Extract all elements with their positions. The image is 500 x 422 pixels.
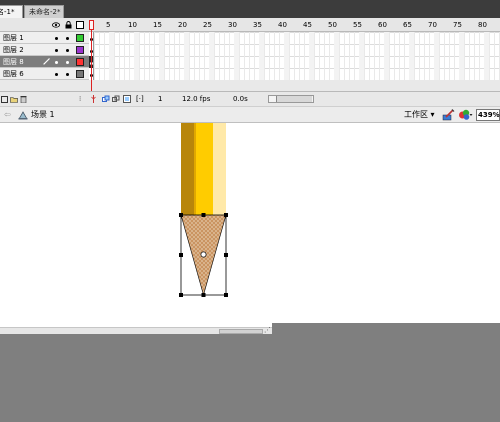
layer-row-selected[interactable]: 图层 8 (0, 56, 89, 68)
insert-folder-icon[interactable] (10, 95, 18, 105)
timeline-scrollbar[interactable] (268, 95, 314, 103)
ruler-label: 40 (278, 21, 287, 29)
layer-color-box[interactable] (76, 46, 84, 54)
doc-tab-2[interactable]: 未命名-2* (24, 5, 64, 18)
stage-horizontal-scrollbar[interactable] (0, 327, 272, 334)
edit-symbols-icon[interactable] (442, 109, 455, 124)
doc-tab-1[interactable]: 名-1* (0, 5, 23, 18)
frame-grid[interactable] (89, 32, 500, 80)
timeline-panel: 1 5 10 15 20 25 30 35 40 45 50 55 60 65 … (0, 18, 500, 106)
ruler-label: 20 (178, 21, 187, 29)
elapsed-time: 0.0s (233, 95, 248, 103)
layer-color-box[interactable] (76, 34, 84, 42)
lock-dot[interactable] (66, 61, 69, 64)
visibility-dot[interactable] (55, 61, 58, 64)
playhead[interactable] (89, 18, 94, 94)
pencil-body[interactable] (181, 123, 226, 215)
edit-bar: ⇦ 场景 1 工作区 ▾ 439% (0, 106, 500, 123)
center-frame-icon[interactable] (90, 95, 97, 105)
workspace-dropdown[interactable]: 工作区 ▾ (404, 110, 435, 120)
visibility-dot[interactable] (55, 73, 58, 76)
lock-dot[interactable] (66, 37, 69, 40)
ruler-label: 70 (428, 21, 437, 29)
back-arrow-icon[interactable]: ⇦ (4, 110, 11, 120)
transform-handle (179, 253, 183, 257)
pencil-tip-selected[interactable] (179, 213, 228, 297)
lock-icon[interactable] (64, 21, 72, 29)
ruler-label: 35 (253, 21, 262, 29)
onion-skin-outline-icon[interactable] (112, 95, 120, 105)
transform-handle (224, 293, 228, 297)
layer-row[interactable]: 图层 2 (0, 44, 89, 56)
layer-name: 图层 2 (3, 46, 24, 54)
ruler-label: 30 (228, 21, 237, 29)
edit-multiple-frames-icon[interactable] (123, 95, 131, 105)
edit-scene-icon[interactable] (458, 109, 474, 124)
layer-color-box[interactable] (76, 58, 84, 66)
resize-grip-icon[interactable]: ⋰ (264, 326, 271, 334)
pencil-drawing[interactable] (0, 123, 500, 323)
ruler-label: 25 (203, 21, 212, 29)
lock-dot[interactable] (66, 73, 69, 76)
transform-center-point (200, 251, 207, 258)
transform-handle (179, 293, 183, 297)
ruler-label: 50 (328, 21, 337, 29)
onion-skin-icon[interactable] (102, 95, 110, 105)
ruler-label: 65 (403, 21, 412, 29)
visibility-dot[interactable] (55, 37, 58, 40)
scene-label[interactable]: 场景 1 (31, 110, 55, 120)
transform-handle (224, 213, 228, 217)
delete-layer-icon[interactable] (20, 95, 27, 105)
transform-handle (224, 253, 228, 257)
layer-name: 图层 1 (3, 34, 24, 42)
stage-canvas[interactable] (0, 123, 500, 323)
transform-handle (201, 293, 206, 297)
outline-icon[interactable] (76, 21, 84, 29)
zoom-input[interactable]: 439% (476, 109, 500, 121)
frame-rate[interactable]: 12.0 fps (182, 95, 210, 103)
insert-layer-icon[interactable] (1, 95, 8, 105)
ruler-label: 80 (478, 21, 487, 29)
eye-icon[interactable] (52, 21, 60, 29)
workspace-label: 工作区 (404, 110, 428, 119)
ruler-label: 15 (153, 21, 162, 29)
ruler-label: 55 (353, 21, 362, 29)
scene-icon (18, 110, 28, 123)
ruler-label: 60 (378, 21, 387, 29)
ruler-label: 45 (303, 21, 312, 29)
visibility-dot[interactable] (55, 49, 58, 52)
layer-row[interactable]: 图层 6 (0, 68, 89, 80)
current-frame: 1 (158, 95, 163, 103)
layer-color-box[interactable] (76, 70, 84, 78)
transform-handle (179, 213, 183, 217)
ruler-label: 10 (128, 21, 137, 29)
ruler-label: 75 (453, 21, 462, 29)
pencil-edit-icon (43, 57, 51, 68)
lock-dot[interactable] (66, 49, 69, 52)
ruler-label: 5 (106, 21, 111, 29)
dropdown-arrow-icon: ▾ (428, 110, 435, 119)
modify-onion-markers-icon[interactable]: [·] (136, 95, 144, 103)
layer-row[interactable]: 图层 1 (0, 32, 89, 44)
timeline-header: 1 5 10 15 20 25 30 35 40 45 50 55 60 65 … (0, 18, 500, 32)
document-tab-bar: 名-1* 未命名-2* (0, 0, 500, 18)
timeline-footer: ⁞ [·] 1 12.0 fps 0.0s (0, 91, 500, 106)
layer-name: 图层 8 (3, 58, 24, 66)
scroll-handle-icon[interactable]: ⁞ (79, 95, 81, 103)
layer-name: 图层 6 (3, 70, 24, 78)
transform-handle (201, 213, 206, 217)
